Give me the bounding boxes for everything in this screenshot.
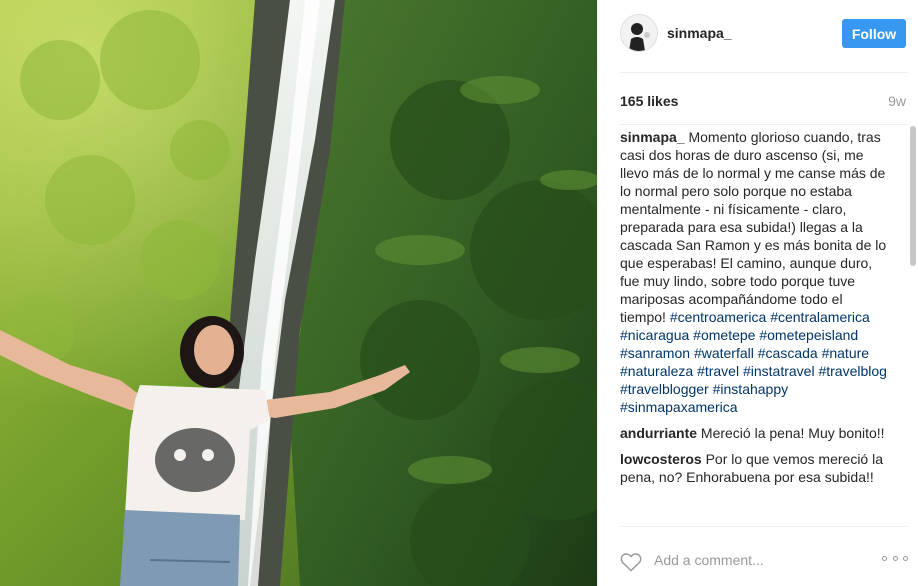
hashtag-link[interactable]: #centroamerica — [670, 309, 767, 325]
post-footer — [598, 528, 918, 586]
more-dot — [882, 556, 887, 561]
hashtag-link[interactable]: #instatravel — [743, 363, 815, 379]
hashtag-link[interactable]: #instahappy — [713, 381, 789, 397]
comments-scrollbar[interactable] — [910, 126, 916, 524]
likes-count[interactable]: 165 likes — [620, 93, 678, 109]
waterfall-photo-illustration — [0, 0, 597, 586]
likes-divider — [620, 124, 908, 125]
comment-text: Mereció la pena! Muy bonito!! — [700, 425, 885, 441]
post-sidebar: sinmapa_ Follow 165 likes 9w sinmapa_ Mo… — [597, 0, 918, 586]
hashtag-link[interactable]: #ometepe — [693, 327, 755, 343]
hashtag-link[interactable]: #ometepeisland — [759, 327, 858, 343]
list-item: andurriante Mereció la pena! Muy bonito!… — [620, 424, 890, 442]
hashtag-link[interactable]: #nicaragua — [620, 327, 689, 343]
caption-comment: sinmapa_ Momento glorioso cuando, tras c… — [620, 128, 890, 416]
hashtag-link[interactable]: #sanramon — [620, 345, 690, 361]
hashtag-link[interactable]: #cascada — [758, 345, 818, 361]
more-options-icon[interactable] — [882, 556, 908, 564]
comment-username[interactable]: andurriante — [620, 425, 697, 441]
post-age[interactable]: 9w — [888, 93, 906, 109]
hashtag-link[interactable]: #travelblogger — [620, 381, 709, 397]
more-dot — [903, 556, 908, 561]
list-item: lowcosteros Por lo que vemos mereció la … — [620, 450, 890, 486]
hashtag-link[interactable]: #centralamerica — [770, 309, 870, 325]
add-comment-input[interactable] — [654, 552, 854, 568]
hashtag-link[interactable]: #naturaleza — [620, 363, 693, 379]
hashtag-link[interactable]: #sinmapaxamerica — [620, 399, 738, 415]
post-header: sinmapa_ Follow — [598, 0, 918, 72]
hashtag-link[interactable]: #nature — [822, 345, 869, 361]
heart-outline-icon[interactable] — [620, 552, 642, 572]
post-photo[interactable] — [0, 0, 597, 586]
hashtag-link[interactable]: #travel — [697, 363, 739, 379]
scrollbar-thumb[interactable] — [910, 126, 916, 266]
hashtag-link[interactable]: #waterfall — [694, 345, 754, 361]
footer-divider — [620, 526, 908, 527]
comment-username[interactable]: sinmapa_ — [620, 129, 685, 145]
follow-button[interactable]: Follow — [842, 19, 906, 48]
caption-text: Momento glorioso cuando, tras casi dos h… — [620, 129, 887, 325]
username-link[interactable]: sinmapa_ — [667, 25, 732, 41]
header-divider — [620, 72, 908, 73]
instagram-post-modal: sinmapa_ Follow 165 likes 9w sinmapa_ Mo… — [0, 0, 918, 586]
more-dot — [892, 556, 898, 561]
hashtag-link[interactable]: #travelblog — [818, 363, 887, 379]
avatar-image — [621, 15, 657, 51]
comment-username[interactable]: lowcosteros — [620, 451, 702, 467]
avatar[interactable] — [620, 14, 658, 52]
comments-list[interactable]: sinmapa_ Momento glorioso cuando, tras c… — [620, 128, 890, 524]
